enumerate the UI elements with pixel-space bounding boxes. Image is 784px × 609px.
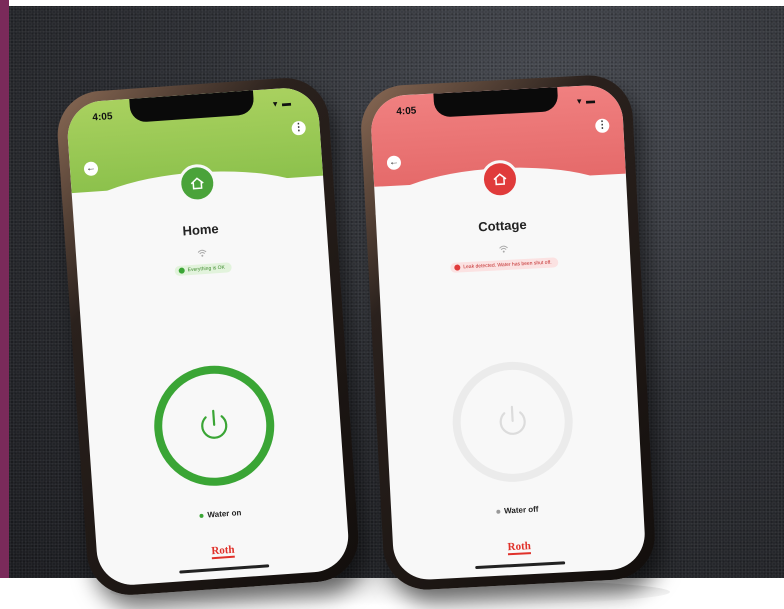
screen-home: 4:05 ▾ ▬ ← ⋮ Home Everything is OK Water… xyxy=(65,85,351,588)
phone-home: 4:05 ▾ ▬ ← ⋮ Home Everything is OK Water… xyxy=(54,75,362,598)
home-indicator[interactable] xyxy=(475,561,566,570)
water-power-button[interactable] xyxy=(449,358,576,485)
left-edge-strip xyxy=(0,0,9,578)
water-state-text: Water off xyxy=(503,504,539,516)
device-title: Cottage xyxy=(477,216,527,235)
brand-logo: Roth xyxy=(210,543,236,560)
phone-cottage: 4:05 ▾ ▬ ← ⋮ Cottage Leak detected. Wate… xyxy=(358,73,658,592)
screen-cottage: 4:05 ▾ ▬ ← ⋮ Cottage Leak detected. Wate… xyxy=(369,83,647,582)
water-dot-icon xyxy=(496,509,501,514)
status-icons: ▾ ▬ xyxy=(272,97,293,109)
status-time: 4:05 xyxy=(396,105,417,118)
water-state-label: Water on xyxy=(94,501,346,528)
power-icon xyxy=(499,405,526,435)
status-text: Leak detected. Water has been shut off. xyxy=(463,259,552,271)
home-indicator[interactable] xyxy=(179,564,270,574)
water-power-button[interactable] xyxy=(150,361,279,490)
status-badge: Leak detected. Water has been shut off. xyxy=(450,257,559,273)
status-text: Everything is OK xyxy=(187,264,226,274)
brand-logo: Roth xyxy=(507,540,532,556)
status-icons: ▾ ▬ xyxy=(576,95,597,107)
wifi-icon xyxy=(498,240,509,258)
water-dot-icon xyxy=(199,513,204,518)
status-badge: Everything is OK xyxy=(174,262,233,277)
alert-icon xyxy=(454,264,461,271)
power-icon xyxy=(201,409,228,439)
water-state-text: Water on xyxy=(207,508,242,520)
wifi-icon xyxy=(197,244,208,263)
status-time: 4:05 xyxy=(92,111,113,124)
status-dot-icon xyxy=(178,267,185,274)
water-state-label: Water off xyxy=(391,499,643,521)
